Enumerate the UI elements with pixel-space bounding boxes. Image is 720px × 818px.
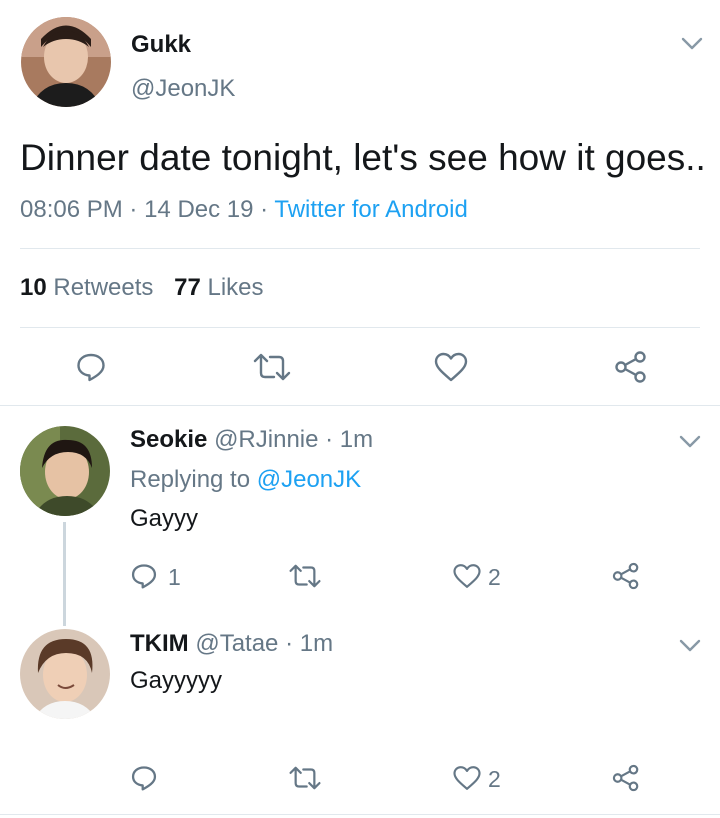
retweet-button[interactable] [287, 561, 323, 591]
handle[interactable]: @Tatae [195, 630, 278, 657]
reply-button[interactable] [128, 561, 160, 591]
divider [0, 405, 720, 406]
avatar[interactable] [21, 17, 111, 107]
meta-separator: · [260, 196, 269, 223]
engagement-stats: 10 Retweets 77 Likes [20, 274, 264, 302]
tweet-source[interactable]: Twitter for Android [274, 196, 467, 223]
share-icon [612, 562, 639, 590]
reply-count: 1 [168, 564, 181, 590]
likes-count: 77 [174, 274, 201, 301]
retweet-icon [289, 564, 321, 588]
reply-age: · 1m [325, 426, 374, 453]
reply-header: TKIM @Tatae · 1m [130, 630, 333, 658]
like-count: 2 [488, 766, 501, 792]
share-button[interactable] [611, 349, 651, 385]
like-count: 2 [488, 564, 501, 590]
handle[interactable]: @JeonJK [131, 75, 235, 103]
reply-text: Gayyyyy [130, 667, 223, 694]
retweet-button[interactable] [251, 349, 293, 385]
chevron-down-icon[interactable] [681, 37, 703, 51]
meta-separator: · [129, 196, 138, 223]
handle[interactable]: @RJinnie [214, 426, 318, 453]
display-name[interactable]: Seokie [130, 426, 207, 453]
display-name[interactable]: TKIM [130, 630, 189, 657]
avatar[interactable] [20, 629, 110, 719]
reply-button[interactable] [73, 349, 109, 385]
reply-button[interactable] [128, 763, 160, 793]
share-icon [612, 764, 639, 792]
reply-text: Gayyy [130, 505, 199, 532]
replying-handle[interactable]: @JeonJK [257, 466, 361, 493]
likes-label: Likes [207, 274, 264, 301]
thread-line [63, 522, 66, 626]
replying-to: Replying to @JeonJK [130, 466, 361, 494]
retweets-stat[interactable]: 10 Retweets [20, 274, 160, 301]
tweet-time: 08:06 PM [20, 196, 123, 223]
reply-icon [131, 564, 157, 589]
reply-age: · 1m [285, 630, 334, 657]
retweet-button[interactable] [287, 763, 323, 793]
like-icon [434, 352, 468, 382]
divider [0, 814, 720, 815]
like-button[interactable] [451, 561, 483, 591]
reply-header: Seokie @RJinnie · 1m [130, 426, 373, 454]
chevron-down-icon[interactable] [679, 639, 701, 653]
display-name[interactable]: Gukk [131, 31, 191, 59]
retweets-label: Retweets [53, 274, 154, 301]
divider [20, 248, 700, 249]
tweet-date: 14 Dec 19 [144, 196, 254, 223]
tweet-text: Dinner date tonight, let's see how it go… [20, 137, 706, 178]
divider [20, 327, 700, 328]
tweet-meta: 08:06 PM · 14 Dec 19 · Twitter for Andro… [20, 196, 468, 224]
share-button[interactable] [609, 762, 643, 794]
chevron-down-icon[interactable] [679, 435, 701, 449]
like-icon [453, 564, 481, 588]
retweet-icon [289, 766, 321, 790]
share-button[interactable] [609, 560, 643, 592]
retweets-count: 10 [20, 274, 47, 301]
reply-icon [77, 353, 105, 382]
like-button[interactable] [451, 763, 483, 793]
likes-stat[interactable]: 77 Likes [174, 274, 263, 301]
share-icon [615, 351, 646, 383]
like-icon [453, 766, 481, 790]
retweet-icon [253, 353, 291, 381]
reply-icon [131, 766, 157, 791]
replying-label: Replying to [130, 466, 251, 493]
like-button[interactable] [432, 349, 470, 385]
avatar[interactable] [20, 426, 110, 516]
